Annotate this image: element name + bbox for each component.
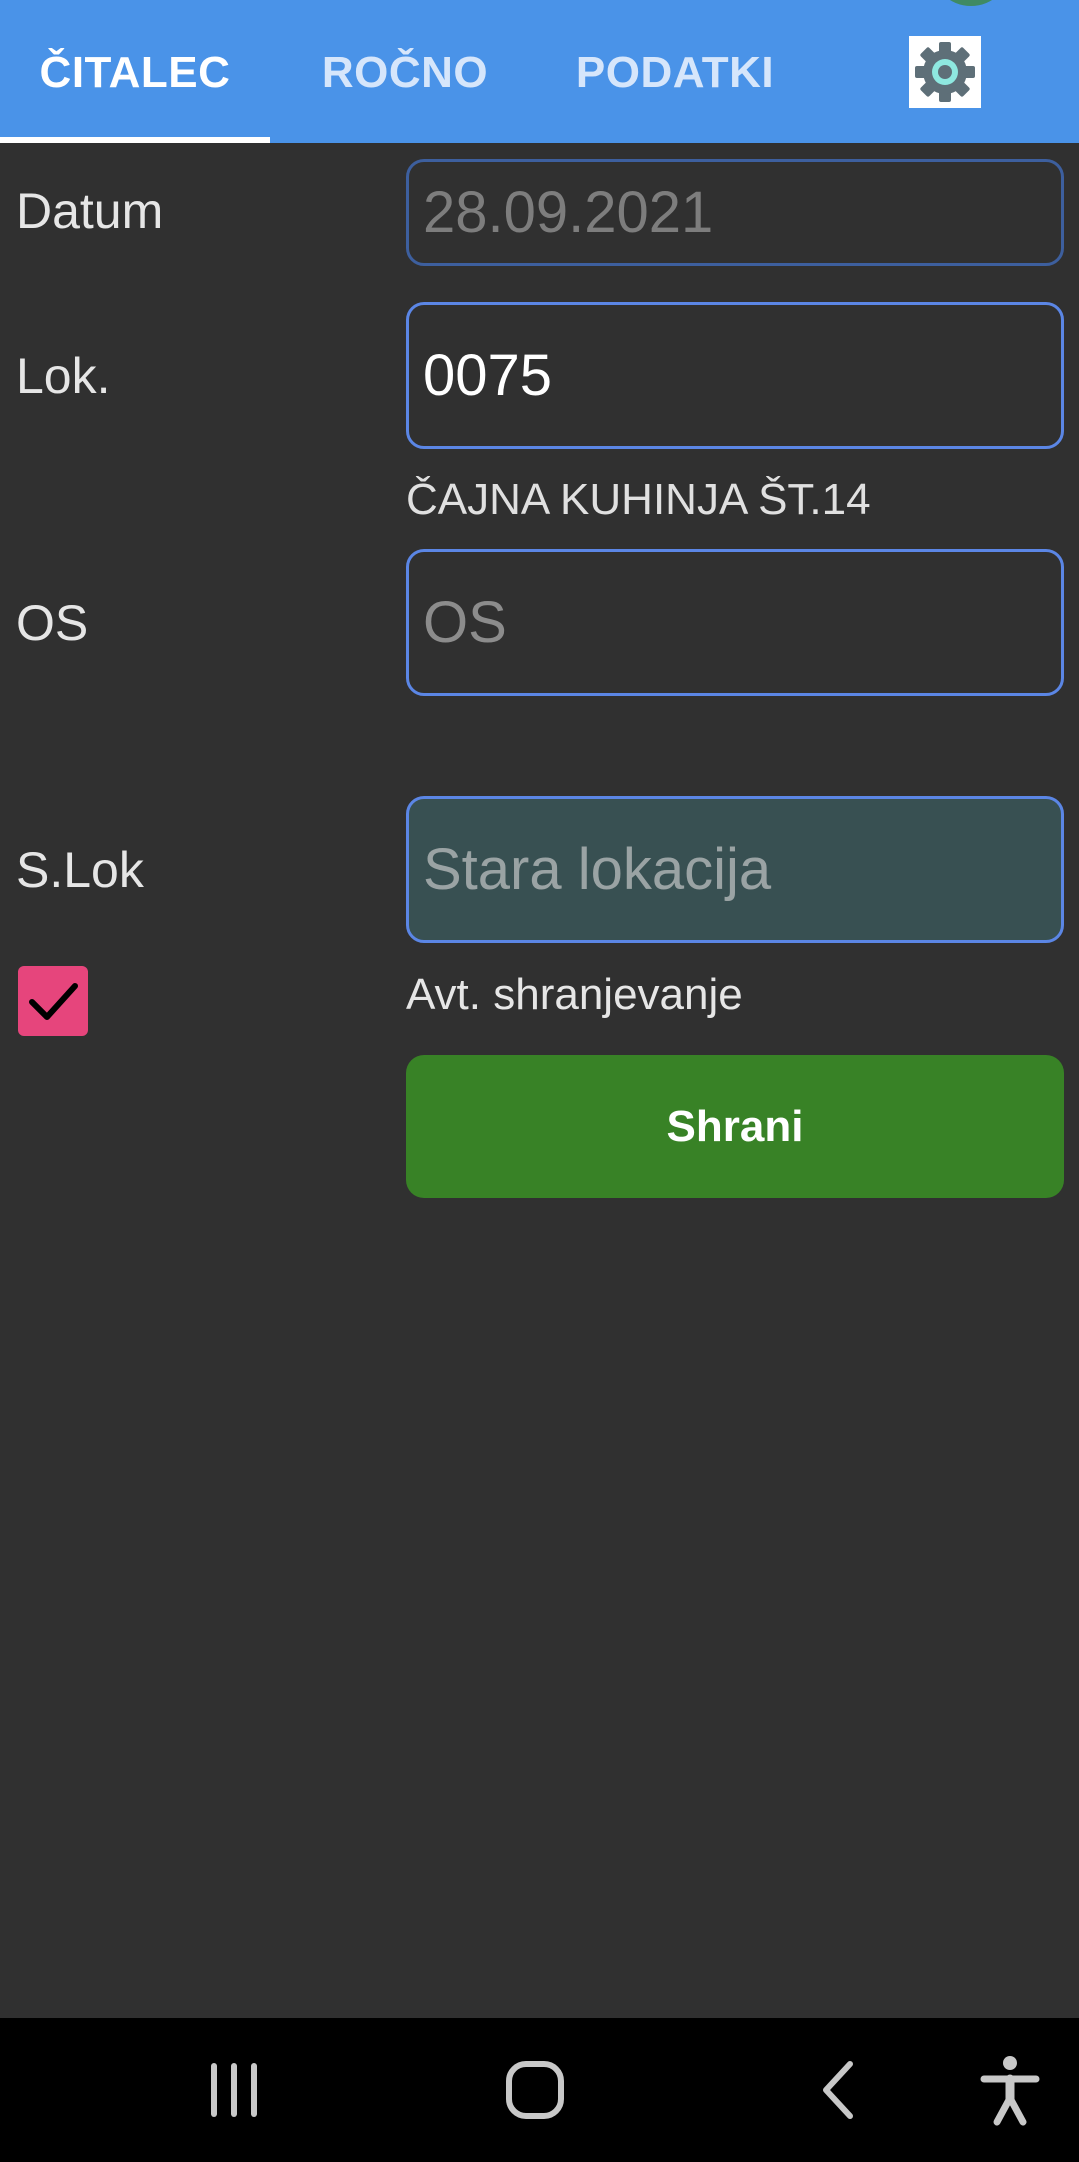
home-icon (506, 2061, 564, 2119)
checkmark-icon (29, 983, 78, 1020)
lok-label: Lok. (16, 348, 111, 404)
old-location-field[interactable] (406, 796, 1064, 943)
active-tab-indicator (0, 137, 270, 143)
os-label: OS (16, 595, 89, 651)
back-button[interactable] (800, 2052, 880, 2132)
save-button[interactable]: Shrani (406, 1055, 1064, 1198)
datum-label: Datum (16, 183, 164, 239)
lok-field[interactable] (406, 302, 1064, 449)
tab-citalec[interactable]: ČITALEC (0, 0, 270, 143)
recent-apps-icon (211, 2063, 257, 2117)
app-screen: ČITALEC ROČNO PODATKI Datum 28.09.2021 L… (0, 0, 1079, 2162)
tab-rocno[interactable]: ROČNO (270, 0, 540, 143)
settings-button[interactable] (909, 36, 981, 108)
accessibility-icon (980, 2056, 1040, 2126)
system-nav-bar (0, 2018, 1079, 2162)
back-icon (823, 2061, 853, 2119)
auto-save-checkbox[interactable] (18, 966, 88, 1036)
datum-field (406, 159, 1064, 266)
recent-apps-button[interactable] (194, 2052, 274, 2132)
avatar (931, 0, 1011, 6)
slok-label: S.Lok (16, 842, 144, 898)
accessibility-button[interactable] (970, 2052, 1050, 2132)
tab-podatki[interactable]: PODATKI (540, 0, 810, 143)
location-description: ČAJNA KUHINJA ŠT.14 (406, 475, 871, 524)
tab-bar: ČITALEC ROČNO PODATKI (0, 0, 1079, 143)
os-field[interactable] (406, 549, 1064, 696)
home-button[interactable] (496, 2052, 576, 2132)
auto-save-label: Avt. shranjevanje (406, 970, 743, 1019)
gear-icon (915, 42, 975, 102)
